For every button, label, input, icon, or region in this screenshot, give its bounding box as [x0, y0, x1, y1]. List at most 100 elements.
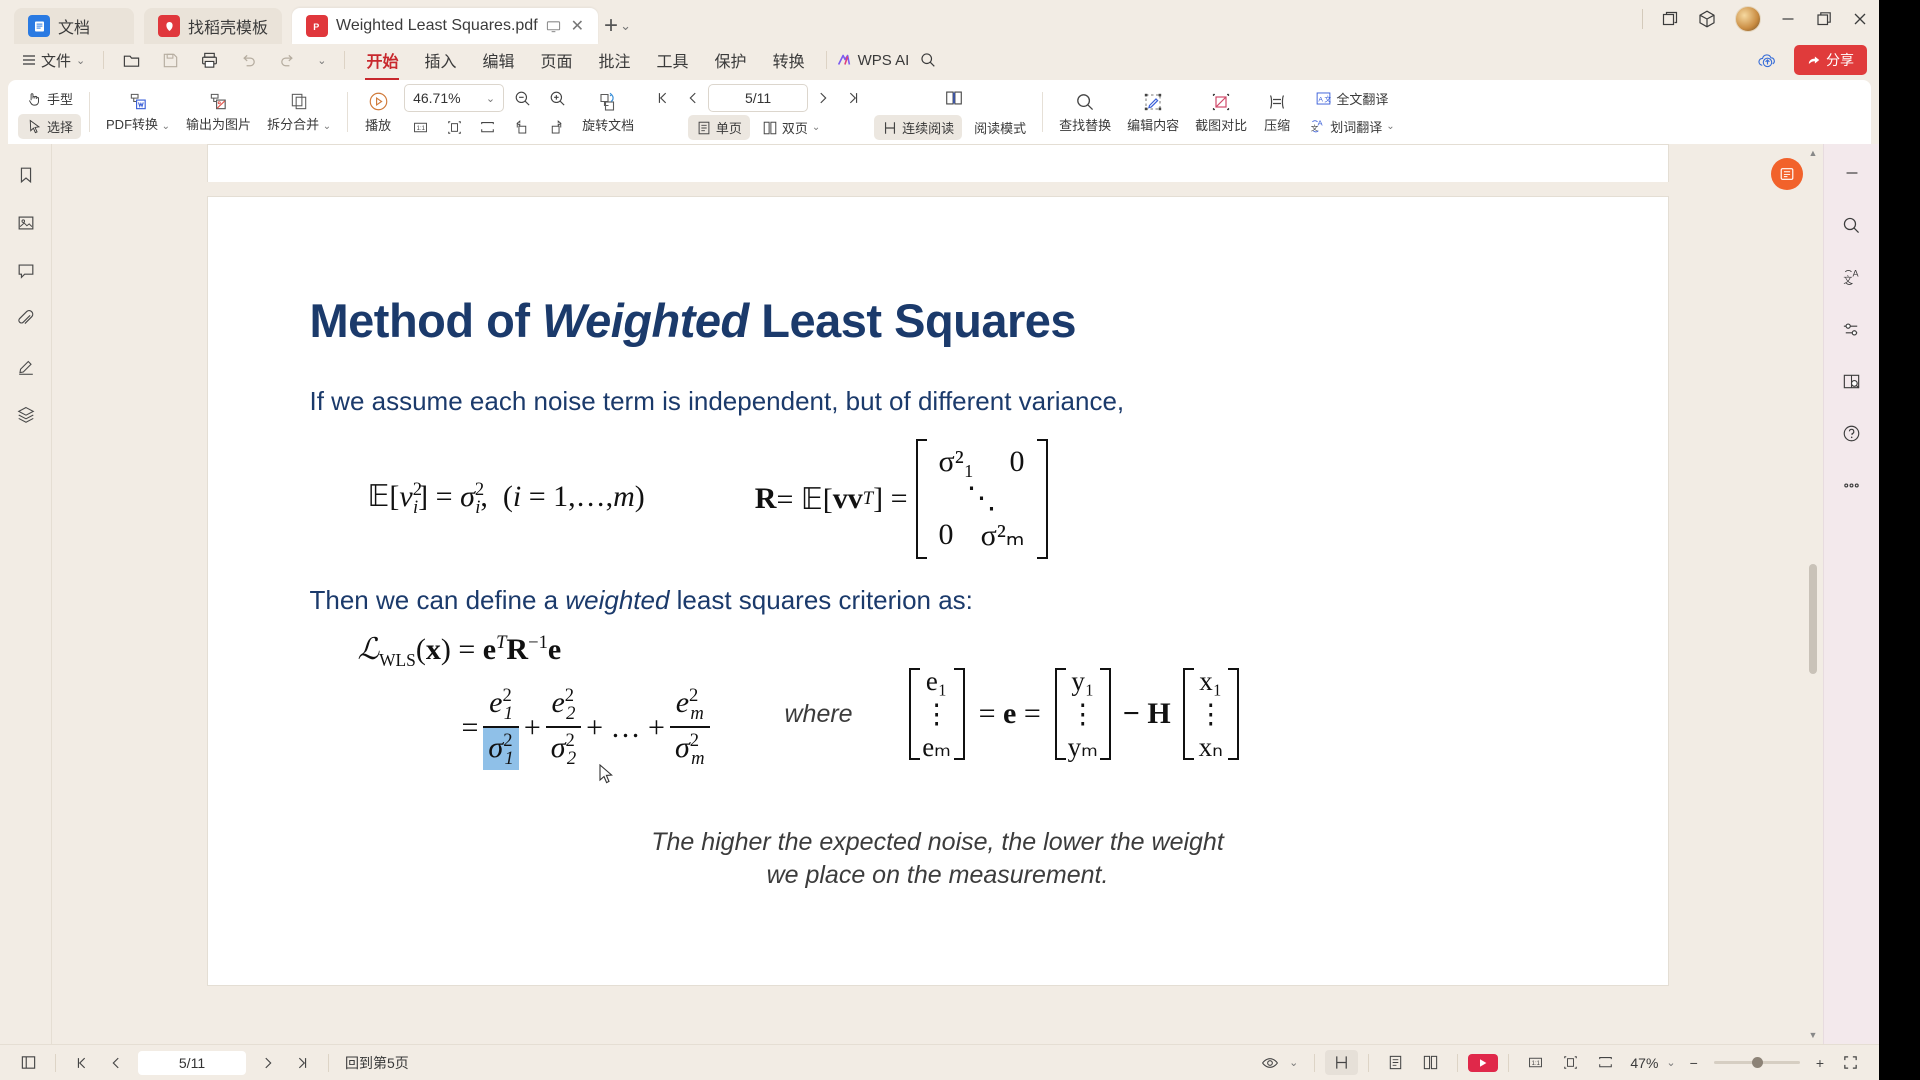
avatar[interactable] — [1735, 6, 1761, 32]
open-icon[interactable] — [112, 48, 151, 73]
ribbon-tab-convert[interactable]: 转换 — [760, 46, 818, 74]
status-single-page-button[interactable] — [1379, 1050, 1412, 1075]
zoom-in-button[interactable]: + — [1808, 1051, 1832, 1075]
read-mode-button[interactable]: 阅读模式 — [966, 115, 1034, 140]
restore-tabs-icon[interactable] — [1661, 10, 1679, 28]
quick-access-more-icon[interactable]: ⌄ — [307, 51, 336, 70]
new-tab-button[interactable]: + ⌄ — [604, 12, 631, 44]
rotate-left-button[interactable] — [506, 115, 537, 140]
zoom-in-button[interactable] — [541, 85, 574, 112]
screen-icon[interactable] — [546, 19, 561, 34]
ribbon-tab-edit[interactable]: 编辑 — [469, 46, 527, 74]
attachment-icon[interactable] — [13, 306, 39, 332]
tab-weighted-least-squares-pdf[interactable]: P Weighted Least Squares.pdf ✕ — [292, 8, 599, 44]
double-page-button[interactable]: 双页 ⌄ — [754, 115, 828, 140]
maximize-button[interactable] — [1815, 10, 1833, 28]
close-icon[interactable]: ✕ — [571, 16, 584, 36]
redo-icon[interactable] — [268, 48, 307, 73]
scroll-up-button[interactable]: ▲ — [1807, 146, 1819, 160]
ribbon-tab-tools[interactable]: 工具 — [644, 46, 702, 74]
status-fit-width-button[interactable] — [1589, 1050, 1622, 1075]
zoom-slider-knob[interactable] — [1751, 1057, 1763, 1068]
single-page-button[interactable]: 单页 — [687, 115, 750, 140]
prev-page-button[interactable] — [678, 86, 708, 110]
fit-page-button[interactable] — [439, 115, 470, 140]
selected-denominator[interactable]: σ21 — [483, 728, 519, 770]
page-search-icon[interactable] — [1839, 368, 1865, 394]
ribbon-tab-start[interactable]: 开始 — [353, 46, 411, 80]
zoom-out-button[interactable] — [506, 85, 539, 112]
close-button[interactable] — [1851, 10, 1869, 28]
export-image-button[interactable]: 输出为图片 — [178, 84, 259, 140]
status-zoom-value[interactable]: 47% — [1624, 1055, 1664, 1071]
collapse-panel-button[interactable] — [1839, 160, 1865, 186]
floating-action-button[interactable] — [1771, 158, 1803, 190]
pdf-page-5[interactable]: Method of Weighted Least Squares If we a… — [206, 196, 1669, 986]
status-continuous-read-button[interactable] — [1325, 1050, 1359, 1075]
print-icon[interactable] — [190, 48, 229, 73]
status-double-page-button[interactable] — [1414, 1050, 1447, 1075]
search-icon[interactable] — [909, 48, 947, 72]
help-icon[interactable] — [1839, 420, 1865, 446]
minimize-button[interactable] — [1779, 10, 1797, 28]
scrollbar-thumb[interactable] — [1809, 564, 1817, 674]
file-menu-button[interactable]: 文件 ⌄ — [12, 47, 95, 74]
chevron-down-icon[interactable]: ⌄ — [1289, 1056, 1304, 1069]
scroll-down-button[interactable]: ▼ — [1807, 1028, 1819, 1042]
save-icon[interactable] — [151, 48, 190, 73]
ribbon-tab-protect[interactable]: 保护 — [702, 46, 760, 74]
status-prev-page-button[interactable] — [100, 1051, 132, 1075]
screenshot-compare-button[interactable]: 截图对比 — [1187, 84, 1255, 140]
status-last-page-button[interactable] — [286, 1051, 318, 1075]
compress-button[interactable]: 压缩 — [1255, 84, 1299, 140]
fit-actual-size-button[interactable]: 1:1 — [405, 115, 436, 140]
edit-content-button[interactable]: 编辑内容 — [1119, 84, 1187, 140]
document-scrollbar[interactable]: ▲ ▼ — [1807, 144, 1819, 1044]
chevron-down-icon[interactable]: ⌄ — [1666, 1056, 1679, 1069]
split-merge-button[interactable]: 拆分合并 ⌄ — [259, 84, 339, 140]
tab-documents[interactable]: 文档 — [14, 8, 134, 44]
cloud-upload-icon[interactable] — [1757, 50, 1778, 71]
panel-toggle-button[interactable] — [12, 1050, 45, 1075]
status-next-page-button[interactable] — [252, 1051, 284, 1075]
zoom-slider[interactable] — [1713, 1057, 1800, 1068]
word-translate-button[interactable]: 文A 划词翻译 ⌄ — [1301, 114, 1402, 139]
find-replace-button[interactable]: 查找替换 — [1051, 84, 1119, 140]
fullscreen-button[interactable] — [1834, 1050, 1867, 1075]
more-icon[interactable] — [1839, 472, 1865, 498]
play-button[interactable]: 播放 — [356, 84, 400, 140]
undo-icon[interactable] — [229, 48, 268, 73]
rotate-doc-button[interactable]: 旋转文档 — [574, 84, 642, 140]
tab-templates[interactable]: 找稻壳模板 — [144, 8, 283, 44]
chevron-down-icon[interactable]: ⌄ — [620, 18, 631, 34]
first-page-button[interactable] — [648, 86, 678, 110]
wps-ai-button[interactable]: WPS AI — [835, 51, 909, 69]
full-translate-button[interactable]: A文 全文翻译 — [1301, 86, 1402, 111]
share-button[interactable]: 分享 — [1794, 45, 1867, 75]
hand-tool-button[interactable]: 手型 — [18, 86, 81, 111]
status-actual-size-button[interactable]: 1:1 — [1519, 1050, 1552, 1075]
eye-visibility-button[interactable] — [1253, 1050, 1287, 1076]
pdf-convert-button[interactable]: PDF转换 ⌄ — [98, 84, 178, 140]
rotate-right-button[interactable] — [541, 115, 572, 140]
next-page-button[interactable] — [808, 86, 838, 110]
present-button[interactable] — [1468, 1053, 1499, 1072]
status-page-indicator[interactable]: 5/11 — [138, 1050, 246, 1075]
zoom-slider-track[interactable] — [1713, 1057, 1800, 1068]
word-translate-icon[interactable]: 文A — [1839, 264, 1865, 290]
cube-icon[interactable] — [1697, 9, 1717, 29]
comment-icon[interactable] — [13, 258, 39, 284]
settings-sliders-icon[interactable] — [1839, 316, 1865, 342]
ribbon-tab-annotate[interactable]: 批注 — [586, 46, 644, 74]
document-viewport[interactable]: Method of Weighted Least Squares If we a… — [52, 144, 1823, 1044]
ribbon-tab-page[interactable]: 页面 — [528, 46, 586, 74]
search-icon[interactable] — [1839, 212, 1865, 238]
back-to-page-button[interactable]: 回到第5页 — [339, 1053, 415, 1073]
ribbon-tab-insert[interactable]: 插入 — [411, 46, 469, 74]
bookmark-icon[interactable] — [13, 162, 39, 188]
zoom-out-button[interactable]: − — [1682, 1051, 1706, 1075]
thumbnail-icon[interactable] — [13, 210, 39, 236]
read-mode-icon[interactable] — [937, 84, 971, 112]
continuous-read-button[interactable]: 连续阅读 — [874, 115, 963, 140]
status-fit-page-button[interactable] — [1554, 1050, 1587, 1075]
